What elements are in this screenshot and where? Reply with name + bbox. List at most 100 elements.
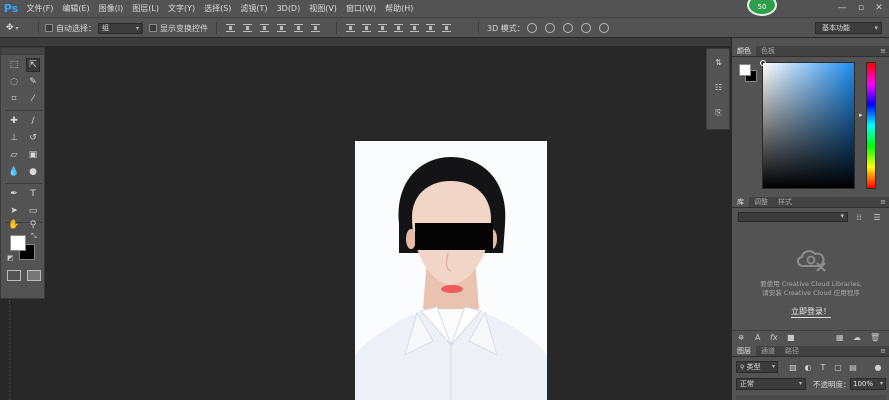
tab-swatches[interactable]: 色板 xyxy=(756,46,780,56)
auto-select-checkbox[interactable] xyxy=(45,24,53,32)
crop-tool-icon[interactable]: ⌗ xyxy=(7,92,21,106)
workspace-dropdown[interactable]: 基本功能 xyxy=(815,22,882,34)
history-panel-icon[interactable]: ⇅ xyxy=(711,55,726,69)
path-select-tool-icon[interactable]: ➤ xyxy=(7,204,21,218)
menu-filter[interactable]: 滤镜(T) xyxy=(236,0,272,17)
menu-window[interactable]: 窗口(W) xyxy=(341,0,380,17)
color-picker-marker[interactable] xyxy=(760,60,766,66)
distribute-hcenter-icon[interactable] xyxy=(410,24,419,32)
3d-scale-icon[interactable] xyxy=(599,23,609,33)
align-bottom-icon[interactable] xyxy=(260,24,269,32)
auto-select-dropdown[interactable]: 组 xyxy=(98,22,142,34)
panel-menu-icon[interactable]: ≡ xyxy=(880,47,886,55)
align-left-icon[interactable] xyxy=(277,24,286,32)
align-right-icon[interactable] xyxy=(311,24,320,32)
marquee-tool-icon[interactable]: ⬚ xyxy=(7,58,21,72)
add-color-icon[interactable]: ■ xyxy=(787,333,795,342)
gradient-tool-icon[interactable]: ▣ xyxy=(26,148,40,162)
layer-kind-dropdown[interactable]: ⚲ 类型 xyxy=(736,361,778,373)
quick-mask-icon[interactable] xyxy=(7,270,21,281)
tool-preset-picker[interactable]: ✥ ▾ xyxy=(6,18,19,38)
type-tool-icon[interactable]: T xyxy=(26,187,40,201)
tab-color[interactable]: 颜色 xyxy=(732,46,756,56)
tools-panel-header[interactable] xyxy=(1,48,44,55)
3d-roll-icon[interactable] xyxy=(545,23,555,33)
eyedropper-tool-icon[interactable]: ⁄ xyxy=(26,92,40,106)
type-filter-icon[interactable]: T xyxy=(818,362,828,372)
clone-stamp-tool-icon[interactable]: ⊥ xyxy=(7,131,21,145)
move-tool-icon[interactable]: ⇱ xyxy=(26,58,40,72)
menu-select[interactable]: 选择(S) xyxy=(200,0,236,17)
menu-3d[interactable]: 3D(D) xyxy=(272,0,305,17)
restore-button[interactable]: ▫ xyxy=(855,2,867,14)
eraser-tool-icon[interactable]: ▱ xyxy=(7,148,21,162)
grid-view-icon[interactable]: ⁞⁞ xyxy=(854,212,864,222)
pixel-filter-icon[interactable]: ▨ xyxy=(788,362,798,372)
brush-presets-panel-icon[interactable]: ⎘ xyxy=(711,106,726,120)
brush-tool-icon[interactable]: ∕ xyxy=(26,114,40,128)
add-layer-style-icon[interactable]: fx xyxy=(770,333,778,342)
spot-healing-tool-icon[interactable]: ✚ xyxy=(7,114,21,128)
tab-libraries[interactable]: 库 xyxy=(732,197,749,207)
color-field[interactable] xyxy=(760,60,855,189)
library-dropdown[interactable] xyxy=(738,212,848,222)
add-graphic-icon[interactable]: ⛯ xyxy=(738,333,744,343)
lasso-tool-icon[interactable]: ◌ xyxy=(7,75,21,89)
user-badge[interactable]: 50 xyxy=(747,0,777,16)
blend-mode-dropdown[interactable]: 正常 xyxy=(736,378,806,390)
distribute-vcenter-icon[interactable] xyxy=(362,24,371,32)
hue-slider[interactable] xyxy=(866,62,876,189)
tab-channels[interactable]: 通道 xyxy=(756,346,780,356)
history-brush-tool-icon[interactable]: ↺ xyxy=(26,131,40,145)
swap-colors-icon[interactable]: ⤡ xyxy=(31,232,37,241)
shape-filter-icon[interactable]: ▢ xyxy=(833,362,843,372)
dodge-tool-icon[interactable]: ● xyxy=(26,165,40,179)
align-vcenter-icon[interactable] xyxy=(243,24,252,32)
opacity-input[interactable]: 100% xyxy=(850,378,886,390)
distribute-top-icon[interactable] xyxy=(346,24,355,32)
show-transform-checkbox[interactable] xyxy=(149,24,157,32)
screen-mode-icon[interactable] xyxy=(27,270,41,281)
menu-view[interactable]: 视图(V) xyxy=(305,0,342,17)
menu-edit[interactable]: 编辑(E) xyxy=(58,0,94,17)
distribute-right-icon[interactable] xyxy=(426,24,435,32)
3d-slide-icon[interactable] xyxy=(581,23,591,33)
filter-toggle-icon[interactable]: ● xyxy=(873,362,883,372)
menu-layer[interactable]: 图层(L) xyxy=(128,0,164,17)
properties-panel-icon[interactable]: ☷ xyxy=(711,80,726,94)
menu-image[interactable]: 图像(I) xyxy=(94,0,128,17)
document-canvas-photo[interactable] xyxy=(355,141,547,400)
tab-styles[interactable]: 样式 xyxy=(773,197,797,207)
distribute-bottom-icon[interactable] xyxy=(378,24,387,32)
login-link[interactable]: 立即登录！ xyxy=(732,306,889,318)
foreground-color-swatch[interactable] xyxy=(10,235,26,251)
menu-help[interactable]: 帮助(H) xyxy=(381,0,418,17)
auto-align-icon[interactable] xyxy=(442,24,451,32)
panel-menu-icon[interactable]: ≡ xyxy=(880,198,886,206)
add-character-style-icon[interactable]: A xyxy=(755,333,760,342)
distribute-left-icon[interactable] xyxy=(394,24,403,32)
menu-file[interactable]: 文件(F) xyxy=(22,0,58,17)
trash-icon[interactable]: 🗑 xyxy=(870,333,880,342)
tab-layers[interactable]: 图层 xyxy=(732,346,756,356)
3d-pan-icon[interactable] xyxy=(563,23,573,33)
align-hcenter-icon[interactable] xyxy=(294,24,303,32)
minimize-button[interactable]: — xyxy=(836,2,848,14)
close-button[interactable]: ✕ xyxy=(873,2,885,14)
list-view-icon[interactable]: ☰ xyxy=(872,212,882,222)
pen-tool-icon[interactable]: ✒ xyxy=(7,187,21,201)
stock-icon[interactable]: ▦ xyxy=(836,333,844,342)
panel-menu-icon[interactable]: ≡ xyxy=(880,347,886,355)
rectangle-tool-icon[interactable]: ▭ xyxy=(26,204,40,218)
smart-object-filter-icon[interactable]: ▤ xyxy=(848,362,858,372)
zoom-tool-icon[interactable]: ⚲ xyxy=(26,218,40,232)
align-top-icon[interactable] xyxy=(226,24,235,32)
quick-select-tool-icon[interactable]: ✎ xyxy=(26,75,40,89)
tab-paths[interactable]: 路径 xyxy=(780,346,804,356)
3d-orbit-icon[interactable] xyxy=(527,23,537,33)
hand-tool-icon[interactable]: ✋ xyxy=(7,218,21,232)
cloud-sync-icon[interactable]: ☁ xyxy=(853,333,861,342)
menu-type[interactable]: 文字(Y) xyxy=(163,0,199,17)
hue-slider-arrow-icon[interactable]: ▸ xyxy=(859,111,863,119)
adjustment-filter-icon[interactable]: ◐ xyxy=(803,362,813,372)
